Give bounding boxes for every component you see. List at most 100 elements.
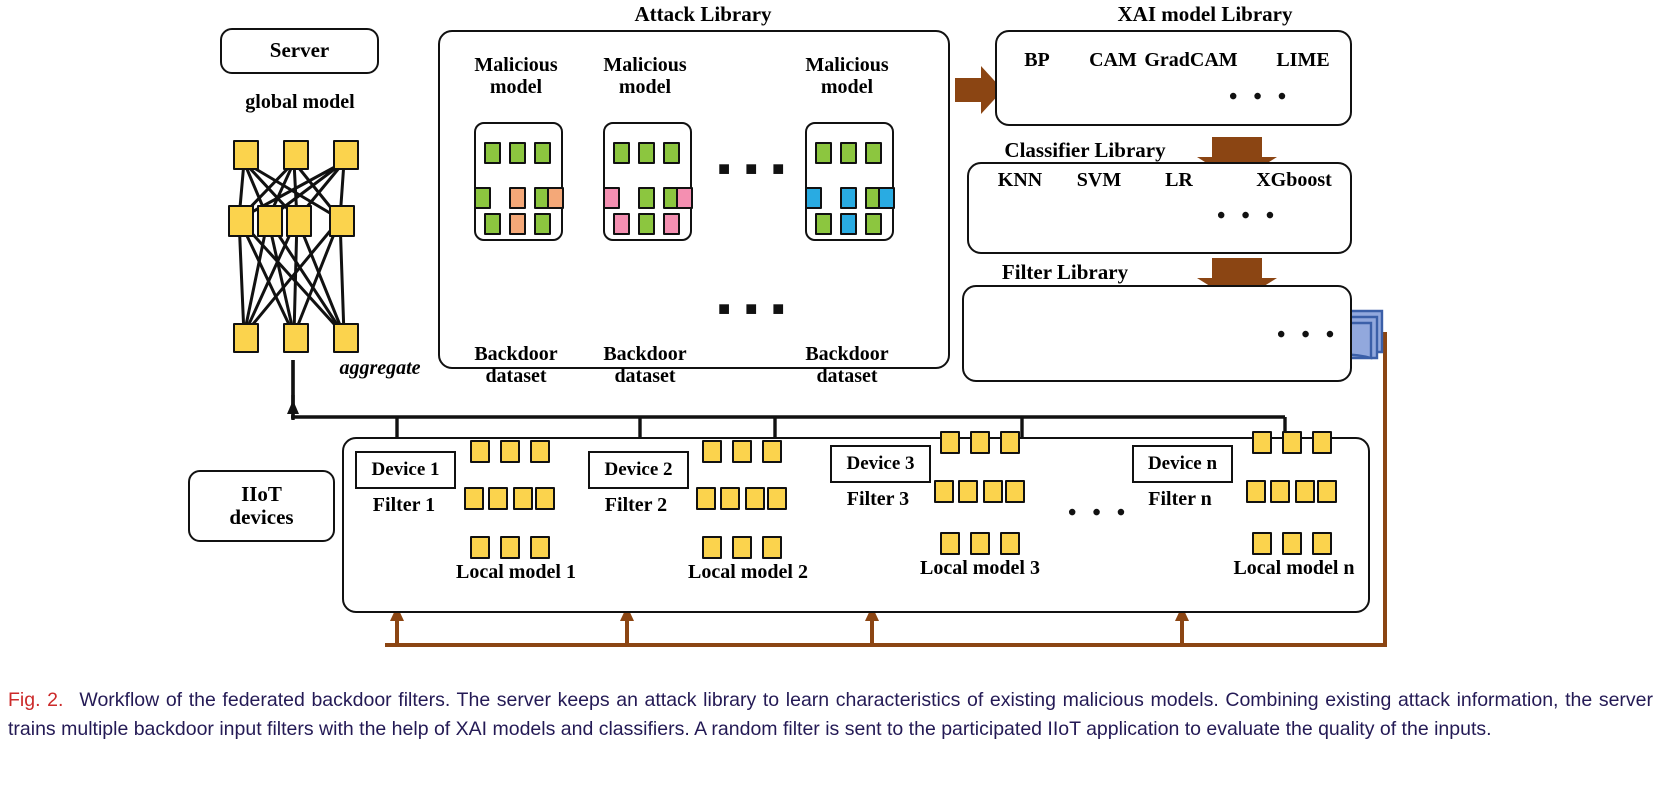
local-model-n-label: Local model n <box>1233 557 1355 579</box>
local-model-1-label: Local model 1 <box>456 561 576 583</box>
nn-node <box>283 323 309 353</box>
nn-node-poisoned <box>805 187 822 209</box>
nn-node <box>474 187 491 209</box>
iiot-devices-ellipsis: • • • <box>1068 500 1131 526</box>
xai-library-title: XAI model Library <box>1117 2 1293 26</box>
nn-node <box>470 440 490 463</box>
nn-node <box>702 440 722 463</box>
nn-node <box>1295 480 1315 503</box>
figure-workflow-federated-backdoor-filters: Attack Library XAI model Library Classif… <box>0 0 1659 806</box>
nn-node <box>638 213 655 235</box>
nn-node <box>1246 480 1266 503</box>
device-n-label[interactable]: Device n <box>1132 445 1233 483</box>
malicious-model-1-label: Malicious model <box>474 54 558 98</box>
nn-node <box>865 142 882 164</box>
figure-caption-text: Workflow of the federated backdoor filte… <box>8 689 1653 740</box>
nn-node <box>720 487 740 510</box>
nn-node <box>1312 431 1332 454</box>
nn-node <box>840 142 857 164</box>
nn-node <box>970 532 990 555</box>
figure-caption: Fig. 2. Workflow of the federated backdoo… <box>8 686 1653 744</box>
nn-node-poisoned <box>878 187 895 209</box>
nn-node-poisoned <box>613 213 630 235</box>
nn-node <box>1317 480 1337 503</box>
nn-node <box>1270 480 1290 503</box>
nn-node <box>696 487 716 510</box>
nn-node <box>934 480 954 503</box>
classifier-library-title: Classifier Library <box>1004 138 1166 162</box>
nn-node <box>745 487 765 510</box>
nn-node <box>509 142 526 164</box>
local-model-3-label: Local model 3 <box>920 557 1040 579</box>
nn-node <box>257 205 283 237</box>
nn-node <box>762 440 782 463</box>
nn-node <box>470 536 490 559</box>
nn-node <box>767 487 787 510</box>
nn-node <box>732 440 752 463</box>
nn-node <box>1000 431 1020 454</box>
attack-library-ellipsis-models: ■ ■ ■ <box>718 158 790 180</box>
nn-node <box>762 536 782 559</box>
malicious-model-3-label: Malicious model <box>805 54 889 98</box>
xai-item-gradcam-label: GradCAM <box>1144 49 1238 71</box>
nn-node <box>732 536 752 559</box>
nn-node-poisoned <box>509 213 526 235</box>
nn-node <box>663 142 680 164</box>
nn-node-poisoned <box>603 187 620 209</box>
nn-node-poisoned <box>840 187 857 209</box>
global-model-label: global model <box>245 91 355 113</box>
nn-node <box>815 142 832 164</box>
backdoor-dataset-2-label: Backdoor dataset <box>603 343 687 387</box>
server-box[interactable]: Server <box>220 28 379 74</box>
nn-node <box>970 431 990 454</box>
nn-node <box>1005 480 1025 503</box>
nn-node <box>940 532 960 555</box>
nn-node <box>958 480 978 503</box>
nn-node <box>702 536 722 559</box>
filter-2-label: Filter 2 <box>604 494 668 516</box>
nn-node <box>1312 532 1332 555</box>
xai-item-bp-label: BP <box>1024 49 1050 71</box>
nn-node <box>500 536 520 559</box>
nn-node <box>484 213 501 235</box>
aggregate-arrowhead <box>287 400 299 414</box>
filter-library-title: Filter Library <box>1001 260 1129 284</box>
nn-node-poisoned <box>509 187 526 209</box>
nn-node <box>513 487 533 510</box>
device-3-label[interactable]: Device 3 <box>830 445 931 483</box>
nn-node <box>1252 532 1272 555</box>
device-1-label[interactable]: Device 1 <box>355 451 456 489</box>
nn-node <box>286 205 312 237</box>
classifier-item-lr-label: LR <box>1165 169 1193 191</box>
xai-item-lime-label: LIME <box>1276 49 1330 71</box>
filter-n-label: Filter n <box>1148 488 1212 510</box>
iiot-devices-box[interactable]: IIoT devices <box>188 470 335 542</box>
malicious-model-2-label: Malicious model <box>603 54 687 98</box>
filter-3-label: Filter 3 <box>846 488 910 510</box>
classifier-library-ellipsis: • • • <box>1217 203 1280 229</box>
nn-node <box>484 142 501 164</box>
attack-library-title: Attack Library <box>634 2 772 26</box>
nn-node-poisoned <box>663 213 680 235</box>
nn-node-poisoned <box>676 187 693 209</box>
xai-library-box <box>995 30 1352 126</box>
nn-node <box>940 431 960 454</box>
classifier-item-svm-label: SVM <box>1076 169 1122 191</box>
local-model-2-label: Local model 2 <box>688 561 808 583</box>
device-2-label[interactable]: Device 2 <box>588 451 689 489</box>
nn-node <box>983 480 1003 503</box>
nn-node <box>638 187 655 209</box>
nn-node <box>534 213 551 235</box>
nn-node <box>535 487 555 510</box>
nn-node <box>464 487 484 510</box>
nn-node <box>534 142 551 164</box>
nn-node <box>500 440 520 463</box>
backdoor-dataset-3-label: Backdoor dataset <box>805 343 889 387</box>
classifier-item-knn-label: KNN <box>997 169 1043 191</box>
filter-library-ellipsis: • • • <box>1277 322 1340 348</box>
nn-node <box>638 142 655 164</box>
backdoor-dataset-1-label: Backdoor dataset <box>474 343 558 387</box>
attack-library-ellipsis-datasets: ■ ■ ■ <box>718 298 790 320</box>
nn-node <box>488 487 508 510</box>
nn-node <box>333 140 359 170</box>
